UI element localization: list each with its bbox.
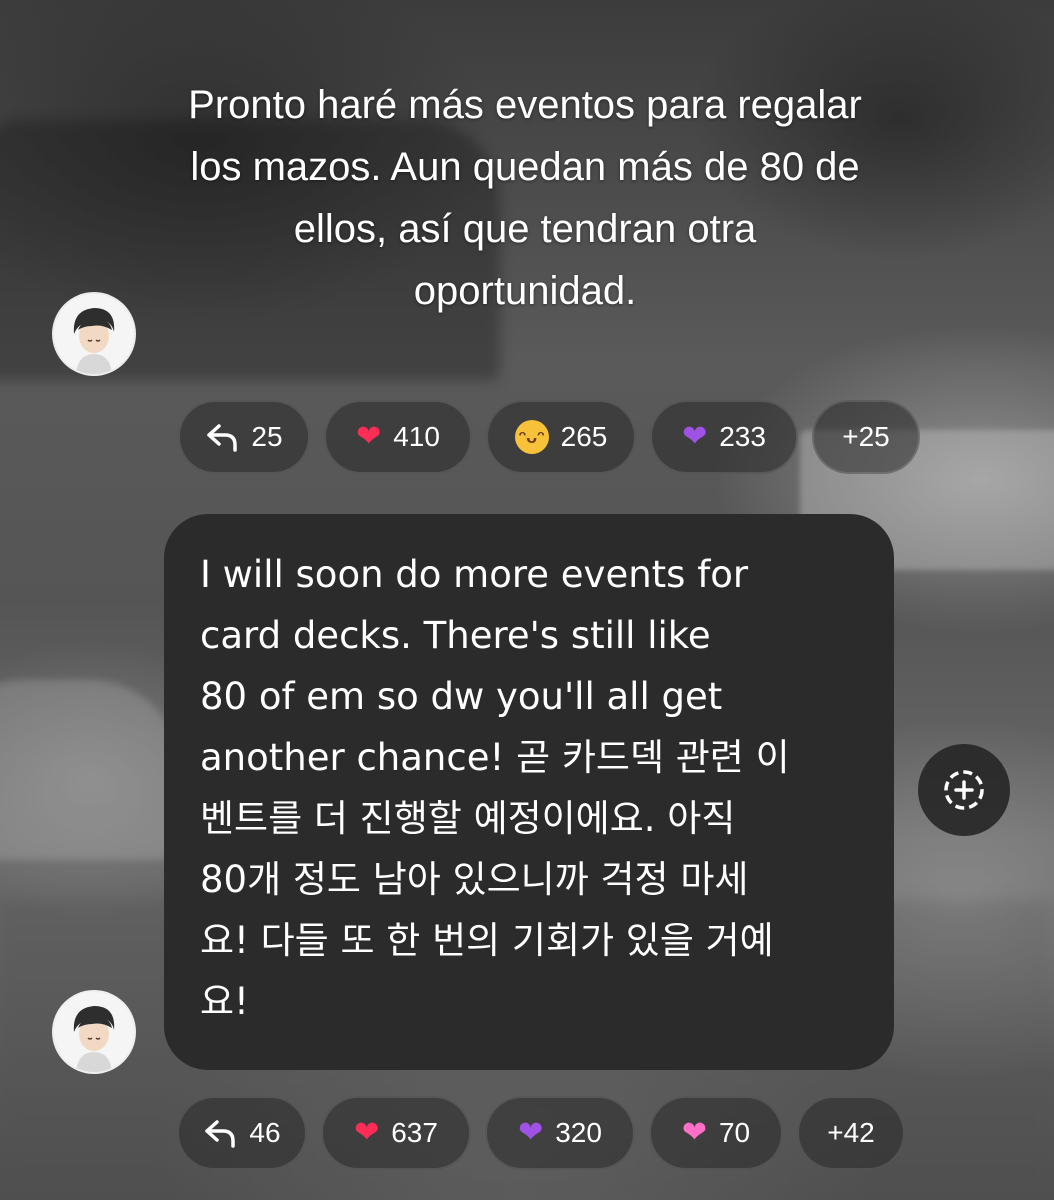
laughing-reaction-button[interactable]: ᵔᴗᵔ 265 xyxy=(486,400,636,474)
reaction-count: 233 xyxy=(719,421,766,452)
message-2-bubble: I will soon do more events for card deck… xyxy=(164,514,894,1070)
purple-heart-reaction-button[interactable]: ❤ 233 xyxy=(650,400,798,474)
red-heart-icon: ❤ xyxy=(354,1116,380,1149)
user-avatar-icon xyxy=(54,294,134,374)
reaction-count: 320 xyxy=(555,1117,602,1148)
reply-count-button[interactable]: 25 xyxy=(178,400,310,474)
pink-heart-reaction-button[interactable]: ❤ 70 xyxy=(649,1096,783,1170)
purple-heart-icon: ❤ xyxy=(682,420,708,453)
reaction-count: 25 xyxy=(251,421,283,452)
reaction-count: 265 xyxy=(560,421,608,452)
reaction-count: 637 xyxy=(391,1117,438,1148)
red-heart-icon: ❤ xyxy=(356,420,382,453)
more-reactions-button[interactable]: +42 xyxy=(797,1096,905,1170)
reply-icon xyxy=(207,424,238,452)
more-reactions-button[interactable]: +25 xyxy=(812,400,920,474)
more-reactions-count: +42 xyxy=(827,1117,875,1148)
more-reactions-count: +25 xyxy=(842,421,890,452)
avatar[interactable] xyxy=(54,992,134,1072)
message-1-reactions: 25 ❤ 410 ᵔᴗᵔ 265 ❤ 233 +25 xyxy=(178,400,920,474)
message-1-text: Pronto haré más eventos para regalar los… xyxy=(188,83,862,313)
reaction-count: 70 xyxy=(718,1117,751,1148)
avatar[interactable] xyxy=(54,294,134,374)
purple-heart-reaction-button[interactable]: ❤ 320 xyxy=(485,1096,635,1170)
reply-count-button[interactable]: 46 xyxy=(177,1096,307,1170)
purple-heart-icon: ❤ xyxy=(518,1116,544,1149)
red-heart-reaction-button[interactable]: ❤ 637 xyxy=(321,1096,471,1170)
add-reaction-icon xyxy=(944,770,984,810)
user-avatar-icon xyxy=(54,992,134,1072)
reaction-count: 410 xyxy=(393,421,440,452)
pink-heart-icon: ❤ xyxy=(681,1116,707,1149)
red-heart-reaction-button[interactable]: ❤ 410 xyxy=(324,400,472,474)
laughing-face-icon: ᵔᴗᵔ xyxy=(514,420,549,454)
reply-icon xyxy=(205,1120,236,1148)
reaction-count: 46 xyxy=(249,1117,281,1148)
message-2-reactions: 46 ❤ 637 ❤ 320 ❤ 70 +42 xyxy=(177,1096,905,1170)
add-reaction-button[interactable] xyxy=(918,744,1010,836)
